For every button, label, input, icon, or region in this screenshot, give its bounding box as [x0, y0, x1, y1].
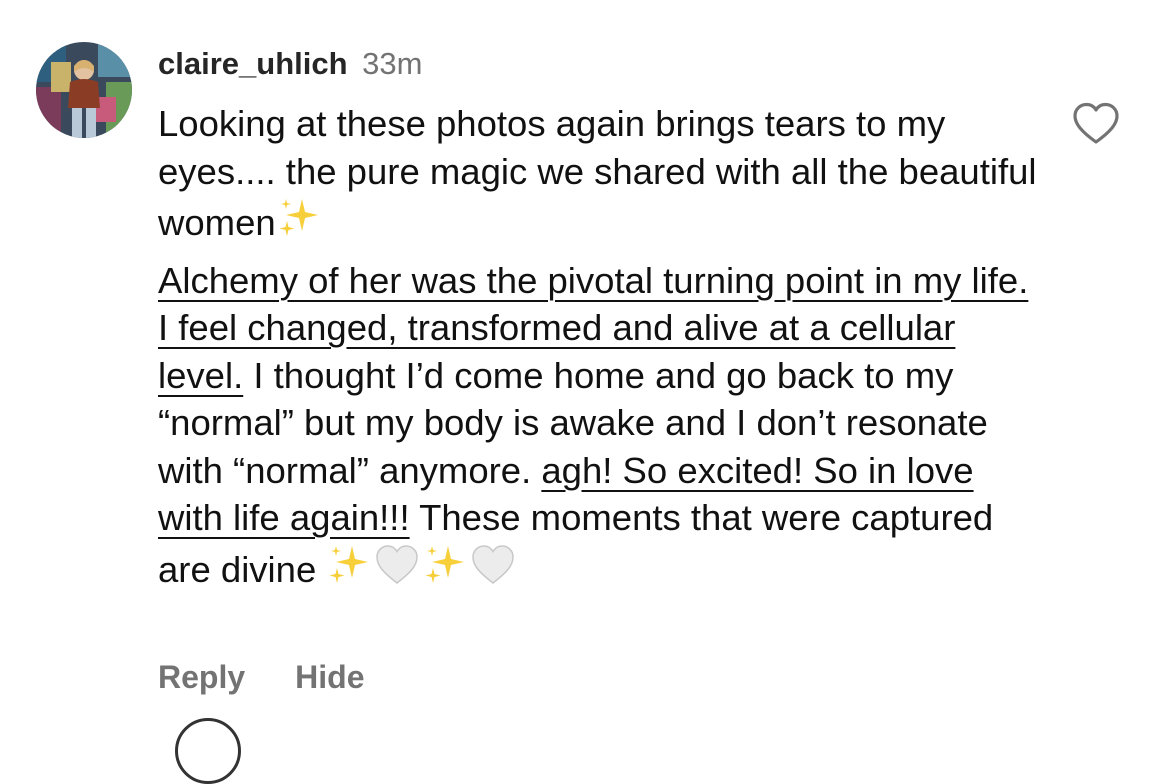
- like-button[interactable]: [1072, 102, 1120, 146]
- sparkles-icon: [329, 545, 369, 583]
- sparkles-icon: [279, 199, 318, 236]
- reply-button[interactable]: Reply: [158, 656, 245, 698]
- white-heart-icon: [376, 544, 419, 584]
- avatar-image: [36, 42, 132, 138]
- username[interactable]: claire_uhlich: [158, 46, 348, 81]
- white-heart-icon: [472, 544, 515, 584]
- comment-header: claire_uhlich 33m: [158, 44, 422, 84]
- comment-paragraph: Alchemy of her was the pivotal turning p…: [158, 257, 1038, 594]
- comment-timestamp: 33m: [362, 46, 423, 81]
- heart-outline-icon: [1073, 102, 1119, 144]
- hide-button[interactable]: Hide: [295, 656, 364, 698]
- comment-actions: Reply Hide: [158, 656, 364, 698]
- avatar[interactable]: [36, 42, 132, 138]
- comment-body: Looking at these photos again brings tea…: [158, 100, 1038, 593]
- sparkles-icon: [425, 545, 465, 583]
- comment-paragraph: Looking at these photos again brings tea…: [158, 100, 1038, 247]
